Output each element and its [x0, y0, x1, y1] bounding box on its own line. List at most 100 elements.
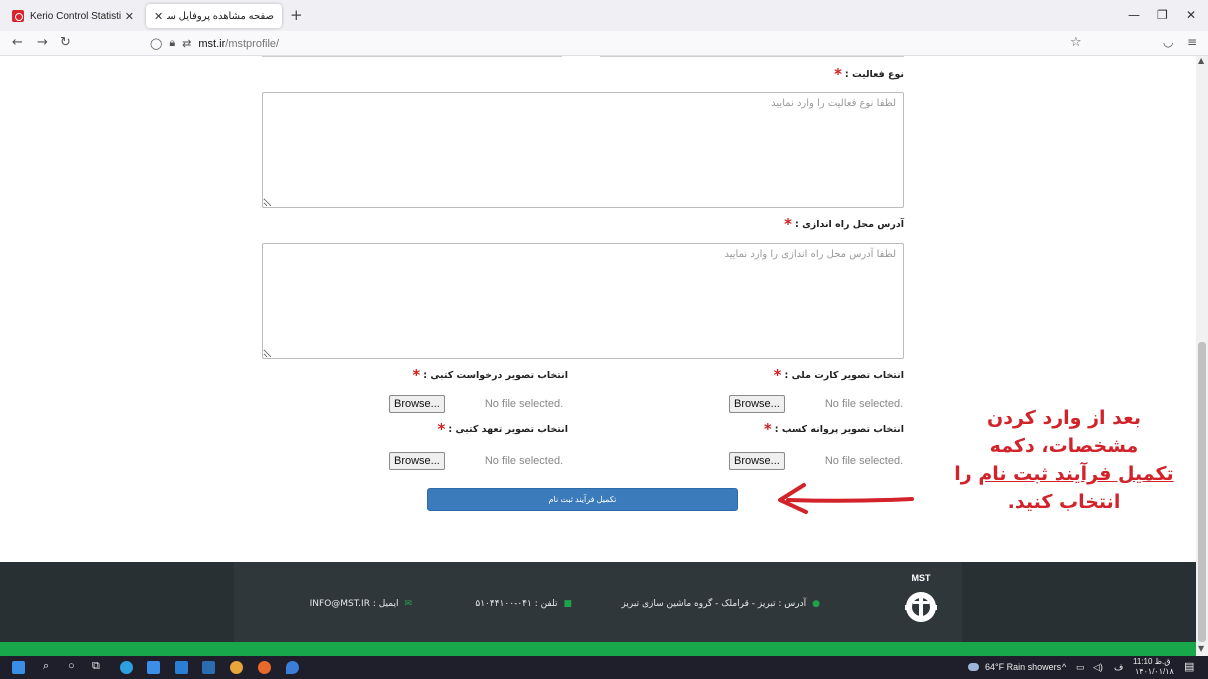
- windows-start-icon[interactable]: [12, 661, 25, 674]
- cortana-icon[interactable]: ○: [68, 660, 75, 672]
- clock-date[interactable]: ۱۴۰۱/۰۱/۱۸: [1135, 667, 1174, 676]
- browser-tab-bar: Kerio Control Statistics ✕ صفحه مشاهده پ…: [0, 0, 1208, 31]
- kerio-favicon-icon: [12, 10, 24, 22]
- file-label-text: انتخاب تصویر کارت ملی :: [784, 370, 904, 381]
- required-mark: *: [437, 420, 446, 438]
- scroll-down-icon[interactable]: ▼: [1198, 644, 1204, 653]
- store-icon[interactable]: [147, 661, 160, 674]
- firefox-icon[interactable]: [258, 661, 271, 674]
- scroll-up-icon[interactable]: ▲: [1198, 56, 1204, 65]
- weather-cloud-icon: [968, 663, 979, 671]
- business-license-file-input[interactable]: Browse... No file selected.: [729, 452, 903, 470]
- annotation-underlined: تکمیل فرآیند ثبت نام: [978, 463, 1174, 485]
- annotation-line: بعد از وارد کردن: [987, 407, 1141, 429]
- annotation-line: تکمیل فرآیند ثبت نام را: [944, 460, 1184, 488]
- file-label-text: انتخاب تصویر درخواست کتبی :: [423, 370, 568, 381]
- file-status: No file selected.: [824, 398, 904, 410]
- bookmark-star-icon[interactable]: ☆: [1070, 35, 1082, 50]
- required-mark: *: [834, 65, 842, 83]
- network-icon[interactable]: ▭: [1076, 662, 1085, 673]
- file-status: No file selected.: [484, 398, 564, 410]
- edge-icon[interactable]: [120, 661, 133, 674]
- footer-phone-text: تلفن : ۰۴۱-۵۱۰۴۴۱۰۰: [475, 599, 558, 609]
- footer-address: ● آدرس : تبریز - قراملک - گروه ماشین سازی…: [621, 599, 820, 609]
- reload-icon[interactable]: ↻: [60, 35, 71, 50]
- annotation-line: مشخصات، دکمه: [989, 435, 1139, 457]
- volume-icon[interactable]: ◁): [1093, 662, 1103, 673]
- mail-icon[interactable]: [175, 661, 188, 674]
- footer-email[interactable]: ✉ ایمیل : INFO@MST.IR: [310, 599, 412, 609]
- annotation-line: انتخاب کنید.: [1007, 491, 1121, 513]
- tab-profile-page[interactable]: صفحه مشاهده پروفایل سامانه فروش ✕: [146, 4, 282, 28]
- written-request-file-input[interactable]: Browse... No file selected.: [389, 395, 563, 413]
- tab-title: صفحه مشاهده پروفایل سامانه فروش: [167, 10, 274, 22]
- pocket-icon[interactable]: ◡: [1163, 35, 1173, 49]
- lock-icon[interactable]: 🔒︎: [169, 37, 175, 50]
- file-label-text: انتخاب تصویر تعهد کتبی :: [448, 424, 568, 435]
- file-status: No file selected.: [824, 455, 904, 467]
- file-explorer-icon[interactable]: [202, 661, 215, 674]
- address-textarea[interactable]: [262, 243, 904, 359]
- app-drop-icon[interactable]: [286, 661, 299, 674]
- annotation-arrow-icon: [778, 483, 914, 514]
- previous-field-edge: [262, 56, 562, 57]
- phone-icon: ■: [563, 599, 572, 609]
- browse-button[interactable]: Browse...: [389, 452, 445, 470]
- browse-button[interactable]: Browse...: [389, 395, 445, 413]
- restore-icon[interactable]: ❐: [1157, 8, 1168, 22]
- browse-button[interactable]: Browse...: [729, 395, 785, 413]
- language-icon[interactable]: ف: [1114, 662, 1123, 673]
- tray-chevron-icon[interactable]: ^: [1062, 662, 1066, 672]
- business-license-label: انتخاب تصویر پروانه کسب :*: [764, 420, 904, 438]
- written-commitment-file-input[interactable]: Browse... No file selected.: [389, 452, 563, 470]
- close-icon[interactable]: ✕: [125, 10, 134, 23]
- activity-label: نوع فعالیت :*: [834, 65, 904, 83]
- written-commitment-label: انتخاب تصویر تعهد کتبی :*: [438, 420, 569, 438]
- tab-kerio-statistics[interactable]: Kerio Control Statistics ✕: [4, 4, 142, 28]
- activity-textarea[interactable]: [262, 92, 904, 208]
- instruction-annotation: بعد از وارد کردن مشخصات، دکمه تکمیل فرآی…: [944, 404, 1184, 516]
- window-close-icon[interactable]: ✕: [1186, 8, 1196, 22]
- written-request-label: انتخاب تصویر درخواست کتبی :*: [412, 366, 568, 384]
- footer-green-bar: [0, 642, 1196, 656]
- footer-email-text: ایمیل : INFO@MST.IR: [309, 599, 399, 609]
- address-bar[interactable]: ◯ 🔒︎ ⇄ mst.ir /mstprofile/: [150, 34, 279, 53]
- required-mark: *: [784, 215, 792, 233]
- required-mark: *: [412, 366, 421, 384]
- required-mark: *: [773, 366, 782, 384]
- mst-logo-icon: MST: [905, 573, 937, 622]
- weather-text[interactable]: 64°F Rain showers: [985, 662, 1061, 672]
- email-icon: ✉: [404, 599, 412, 609]
- notifications-icon[interactable]: ▤: [1184, 660, 1194, 673]
- menu-icon[interactable]: ≡: [1187, 35, 1197, 49]
- file-status: No file selected.: [484, 455, 564, 467]
- chrome-icon[interactable]: [230, 661, 243, 674]
- location-pin-icon: ●: [812, 599, 820, 609]
- search-icon[interactable]: ⌕: [43, 660, 49, 673]
- browser-nav-bar: ← → ↻ ◯ 🔒︎ ⇄ mst.ir /mstprofile/ ☆ ◡ ≡: [0, 31, 1208, 56]
- task-view-icon[interactable]: ⧉: [92, 660, 100, 673]
- back-arrow-icon[interactable]: ←: [12, 35, 23, 50]
- forward-arrow-icon[interactable]: →: [37, 35, 48, 50]
- url-path: /mstprofile/: [225, 37, 280, 50]
- browse-button[interactable]: Browse...: [729, 452, 785, 470]
- footer-address-text: آدرس : تبریز - قراملک - گروه ماشین سازی …: [621, 599, 807, 609]
- annotation-tail: را: [954, 463, 979, 485]
- national-card-file-input[interactable]: Browse... No file selected.: [729, 395, 903, 413]
- tab-title: Kerio Control Statistics: [30, 10, 121, 22]
- scroll-thumb[interactable]: [1198, 342, 1206, 642]
- new-tab-button[interactable]: +: [290, 6, 303, 24]
- complete-registration-button[interactable]: تکمیل فرآیند ثبت نام: [427, 488, 738, 511]
- page-scrollbar[interactable]: ▲ ▼: [1196, 56, 1208, 656]
- clock-time[interactable]: 11:10 ق.ظ: [1133, 657, 1170, 666]
- footer-phone: ■ تلفن : ۰۴۱-۵۱۰۴۴۱۰۰: [475, 599, 572, 609]
- minimize-icon[interactable]: —: [1128, 8, 1140, 22]
- activity-label-text: نوع فعالیت :: [844, 69, 904, 80]
- shield-icon[interactable]: ◯: [150, 37, 162, 50]
- permissions-icon[interactable]: ⇄: [182, 37, 191, 50]
- windows-taskbar: ⌕ ○ ⧉ 64°F Rain showers ^ ▭ ◁) ف 11:10 ق…: [0, 656, 1208, 679]
- close-icon[interactable]: ✕: [154, 10, 163, 23]
- page-content: نوع فعالیت :* آدرس محل راه اندازی :* انت…: [0, 56, 1196, 656]
- address-label-text: آدرس محل راه اندازی :: [794, 219, 904, 230]
- site-footer: MST ● آدرس : تبریز - قراملک - گروه ماشین …: [0, 562, 1196, 642]
